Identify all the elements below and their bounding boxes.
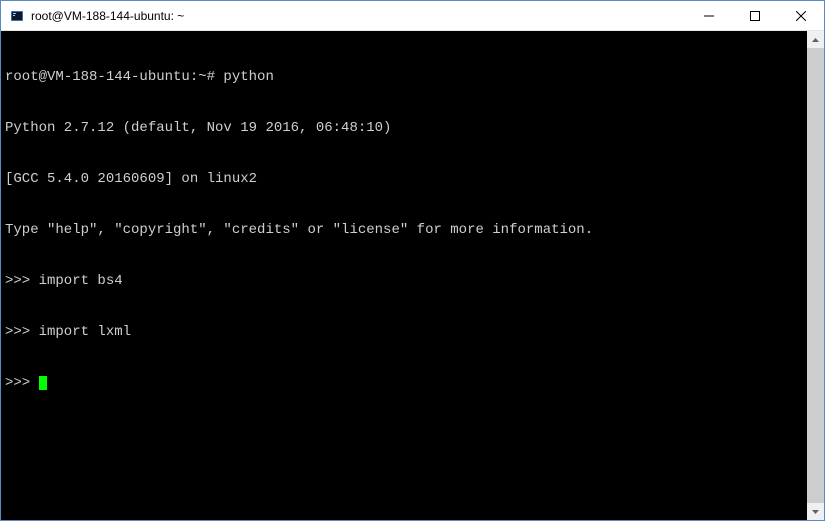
terminal-prompt: >>> xyxy=(5,375,39,391)
close-button[interactable] xyxy=(778,1,824,30)
window-controls xyxy=(686,1,824,30)
scroll-track[interactable] xyxy=(807,48,824,503)
maximize-button[interactable] xyxy=(732,1,778,30)
app-icon xyxy=(9,8,25,24)
chevron-up-icon xyxy=(812,38,819,42)
scroll-down-button[interactable] xyxy=(807,503,824,520)
terminal-prompt-line: >>> xyxy=(5,375,805,392)
client-area: root@VM-188-144-ubuntu:~# python Python … xyxy=(1,31,824,520)
window-title: root@VM-188-144-ubuntu: ~ xyxy=(31,9,184,23)
scroll-up-button[interactable] xyxy=(807,31,824,48)
maximize-icon xyxy=(750,11,760,21)
scroll-thumb[interactable] xyxy=(807,48,824,503)
close-icon xyxy=(796,11,806,21)
terminal-line: >>> import bs4 xyxy=(5,273,805,290)
titlebar[interactable]: root@VM-188-144-ubuntu: ~ xyxy=(1,1,824,31)
terminal-line: root@VM-188-144-ubuntu:~# python xyxy=(5,69,805,86)
terminal-line: [GCC 5.4.0 20160609] on linux2 xyxy=(5,171,805,188)
terminal-output[interactable]: root@VM-188-144-ubuntu:~# python Python … xyxy=(1,31,807,520)
terminal-line: Python 2.7.12 (default, Nov 19 2016, 06:… xyxy=(5,120,805,137)
terminal-window: root@VM-188-144-ubuntu: ~ ro xyxy=(0,0,825,521)
terminal-line: Type "help", "copyright", "credits" or "… xyxy=(5,222,805,239)
minimize-button[interactable] xyxy=(686,1,732,30)
minimize-icon xyxy=(704,11,714,21)
chevron-down-icon xyxy=(812,510,819,514)
cursor-icon xyxy=(39,376,47,390)
terminal-line: >>> import lxml xyxy=(5,324,805,341)
vertical-scrollbar[interactable] xyxy=(807,31,824,520)
